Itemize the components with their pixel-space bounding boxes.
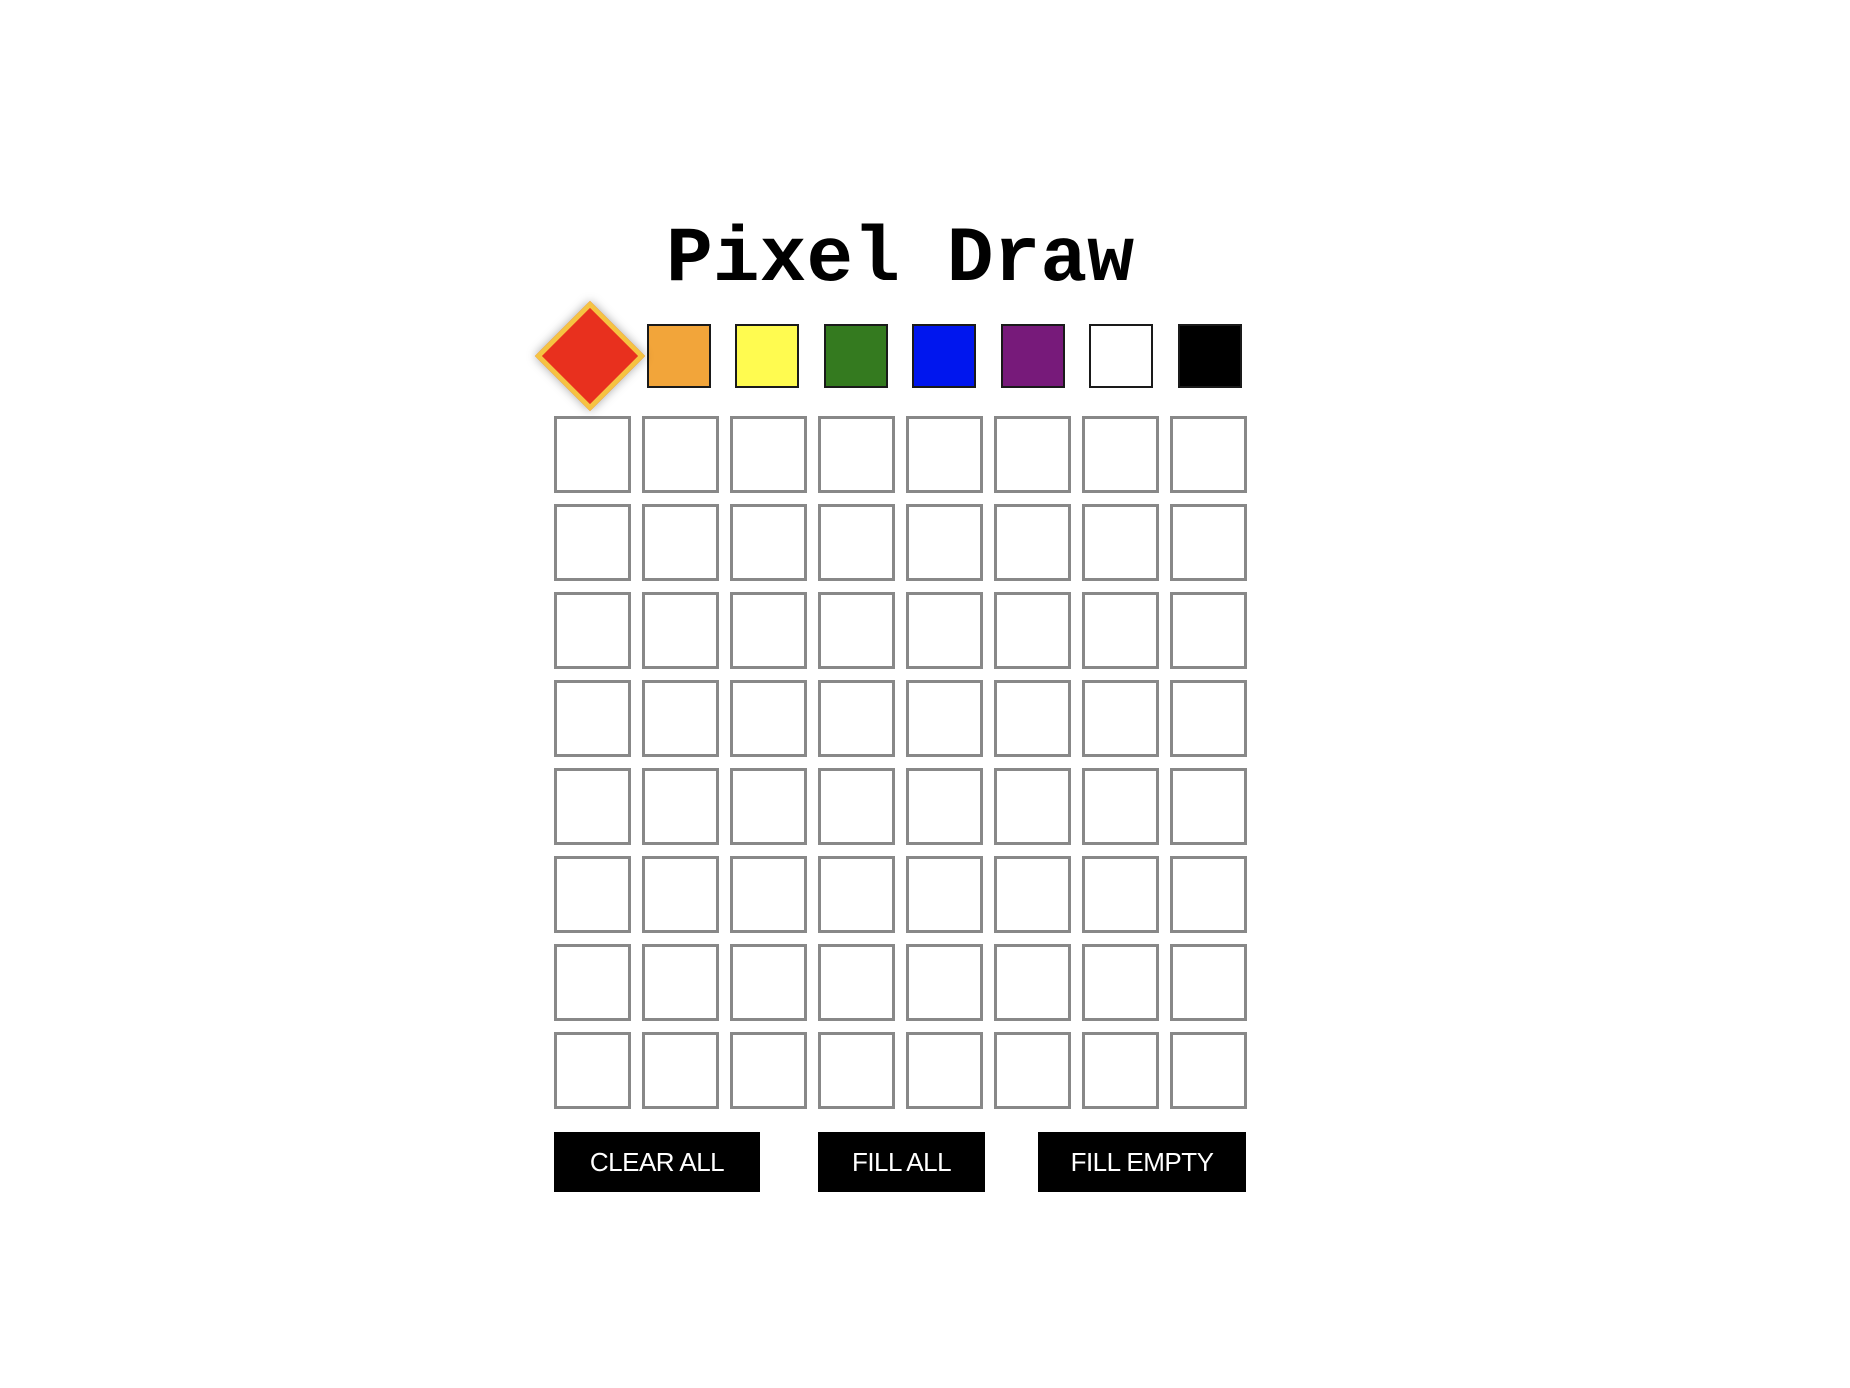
color-swatch-red[interactable]: [534, 300, 646, 412]
grid-cell-r6-c3[interactable]: [818, 944, 895, 1021]
grid-cell-r3-c2[interactable]: [730, 680, 807, 757]
grid-cell-r6-c1[interactable]: [642, 944, 719, 1021]
grid-cell-r5-c0[interactable]: [554, 856, 631, 933]
grid-cell-r6-c2[interactable]: [730, 944, 807, 1021]
grid-cell-r7-c7[interactable]: [1170, 1032, 1247, 1109]
grid-cell-r2-c5[interactable]: [994, 592, 1071, 669]
clear-all-button[interactable]: CLEAR ALL: [554, 1132, 760, 1192]
color-swatch-green[interactable]: [824, 324, 888, 388]
grid-cell-r7-c0[interactable]: [554, 1032, 631, 1109]
grid-cell-r6-c4[interactable]: [906, 944, 983, 1021]
grid-cell-r4-c2[interactable]: [730, 768, 807, 845]
grid-cell-r6-c6[interactable]: [1082, 944, 1159, 1021]
grid-cell-r1-c5[interactable]: [994, 504, 1071, 581]
grid-cell-r5-c1[interactable]: [642, 856, 719, 933]
grid-cell-r2-c7[interactable]: [1170, 592, 1247, 669]
grid-cell-r5-c4[interactable]: [906, 856, 983, 933]
grid-cell-r4-c6[interactable]: [1082, 768, 1159, 845]
color-palette: [534, 300, 1246, 412]
grid-cell-r0-c4[interactable]: [906, 416, 983, 493]
grid-cell-r6-c7[interactable]: [1170, 944, 1247, 1021]
grid-cell-r1-c6[interactable]: [1082, 504, 1159, 581]
grid-cell-r4-c0[interactable]: [554, 768, 631, 845]
grid-cell-r3-c0[interactable]: [554, 680, 631, 757]
grid-cell-r3-c4[interactable]: [906, 680, 983, 757]
grid-cell-r2-c1[interactable]: [642, 592, 719, 669]
color-swatch-purple[interactable]: [1001, 324, 1065, 388]
grid-cell-r1-c2[interactable]: [730, 504, 807, 581]
grid-cell-r0-c1[interactable]: [642, 416, 719, 493]
grid-cell-r4-c5[interactable]: [994, 768, 1071, 845]
grid-cell-r2-c4[interactable]: [906, 592, 983, 669]
grid-cell-r3-c1[interactable]: [642, 680, 719, 757]
grid-cell-r3-c7[interactable]: [1170, 680, 1247, 757]
grid-cell-r5-c2[interactable]: [730, 856, 807, 933]
grid-cell-r7-c3[interactable]: [818, 1032, 895, 1109]
pixel-grid: [554, 416, 1247, 1109]
fill-all-button[interactable]: FILL ALL: [818, 1132, 985, 1192]
grid-cell-r0-c3[interactable]: [818, 416, 895, 493]
grid-cell-r7-c2[interactable]: [730, 1032, 807, 1109]
color-swatch-orange[interactable]: [647, 324, 711, 388]
grid-cell-r4-c3[interactable]: [818, 768, 895, 845]
page-title: Pixel Draw: [665, 216, 1135, 304]
grid-cell-r0-c5[interactable]: [994, 416, 1071, 493]
grid-cell-r0-c6[interactable]: [1082, 416, 1159, 493]
grid-cell-r6-c5[interactable]: [994, 944, 1071, 1021]
grid-cell-r1-c3[interactable]: [818, 504, 895, 581]
color-swatch-white[interactable]: [1089, 324, 1153, 388]
fill-empty-button[interactable]: FILL EMPTY: [1038, 1132, 1246, 1192]
grid-cell-r0-c7[interactable]: [1170, 416, 1247, 493]
color-swatch-yellow[interactable]: [735, 324, 799, 388]
grid-cell-r1-c1[interactable]: [642, 504, 719, 581]
grid-cell-r1-c4[interactable]: [906, 504, 983, 581]
grid-cell-r1-c0[interactable]: [554, 504, 631, 581]
grid-cell-r3-c3[interactable]: [818, 680, 895, 757]
grid-cell-r5-c7[interactable]: [1170, 856, 1247, 933]
grid-cell-r5-c3[interactable]: [818, 856, 895, 933]
grid-cell-r2-c0[interactable]: [554, 592, 631, 669]
color-swatch-black[interactable]: [1178, 324, 1242, 388]
grid-cell-r0-c2[interactable]: [730, 416, 807, 493]
grid-cell-r4-c7[interactable]: [1170, 768, 1247, 845]
grid-cell-r7-c5[interactable]: [994, 1032, 1071, 1109]
grid-cell-r3-c5[interactable]: [994, 680, 1071, 757]
color-swatch-blue[interactable]: [912, 324, 976, 388]
grid-cell-r2-c3[interactable]: [818, 592, 895, 669]
grid-cell-r7-c6[interactable]: [1082, 1032, 1159, 1109]
grid-cell-r7-c4[interactable]: [906, 1032, 983, 1109]
action-buttons: CLEAR ALL FILL ALL FILL EMPTY: [554, 1132, 1246, 1192]
grid-cell-r2-c6[interactable]: [1082, 592, 1159, 669]
grid-cell-r3-c6[interactable]: [1082, 680, 1159, 757]
grid-cell-r7-c1[interactable]: [642, 1032, 719, 1109]
grid-cell-r1-c7[interactable]: [1170, 504, 1247, 581]
grid-cell-r5-c6[interactable]: [1082, 856, 1159, 933]
grid-cell-r5-c5[interactable]: [994, 856, 1071, 933]
grid-cell-r0-c0[interactable]: [554, 416, 631, 493]
grid-cell-r2-c2[interactable]: [730, 592, 807, 669]
grid-cell-r4-c4[interactable]: [906, 768, 983, 845]
grid-cell-r6-c0[interactable]: [554, 944, 631, 1021]
grid-cell-r4-c1[interactable]: [642, 768, 719, 845]
